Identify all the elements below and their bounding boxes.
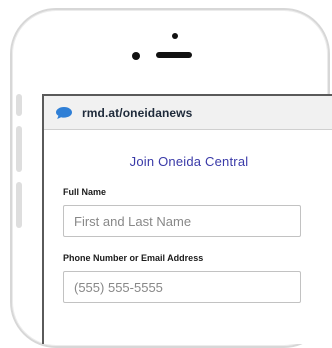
volume-up-button — [16, 126, 22, 172]
phone-or-email-input[interactable] — [63, 271, 301, 303]
proximity-sensor — [172, 33, 178, 39]
phone-frame: rmd.at/oneidanews Join Oneida Central Fu… — [10, 8, 332, 348]
phone-or-email-label: Phone Number or Email Address — [63, 253, 204, 263]
chat-bubble-icon — [56, 106, 72, 119]
full-name-input[interactable] — [63, 205, 301, 237]
browser-url-bar[interactable]: rmd.at/oneidanews — [44, 96, 332, 130]
volume-down-button — [16, 182, 22, 228]
phone-screen: rmd.at/oneidanews Join Oneida Central Fu… — [42, 94, 332, 344]
full-name-label: Full Name — [63, 187, 107, 197]
earpiece-speaker — [156, 52, 192, 58]
form-title: Join Oneida Central — [129, 154, 249, 169]
mute-switch — [16, 94, 22, 116]
url-text: rmd.at/oneidanews — [82, 105, 193, 120]
signup-form: Full Name Phone Number or Email Address — [44, 187, 332, 303]
front-camera — [132, 52, 140, 60]
